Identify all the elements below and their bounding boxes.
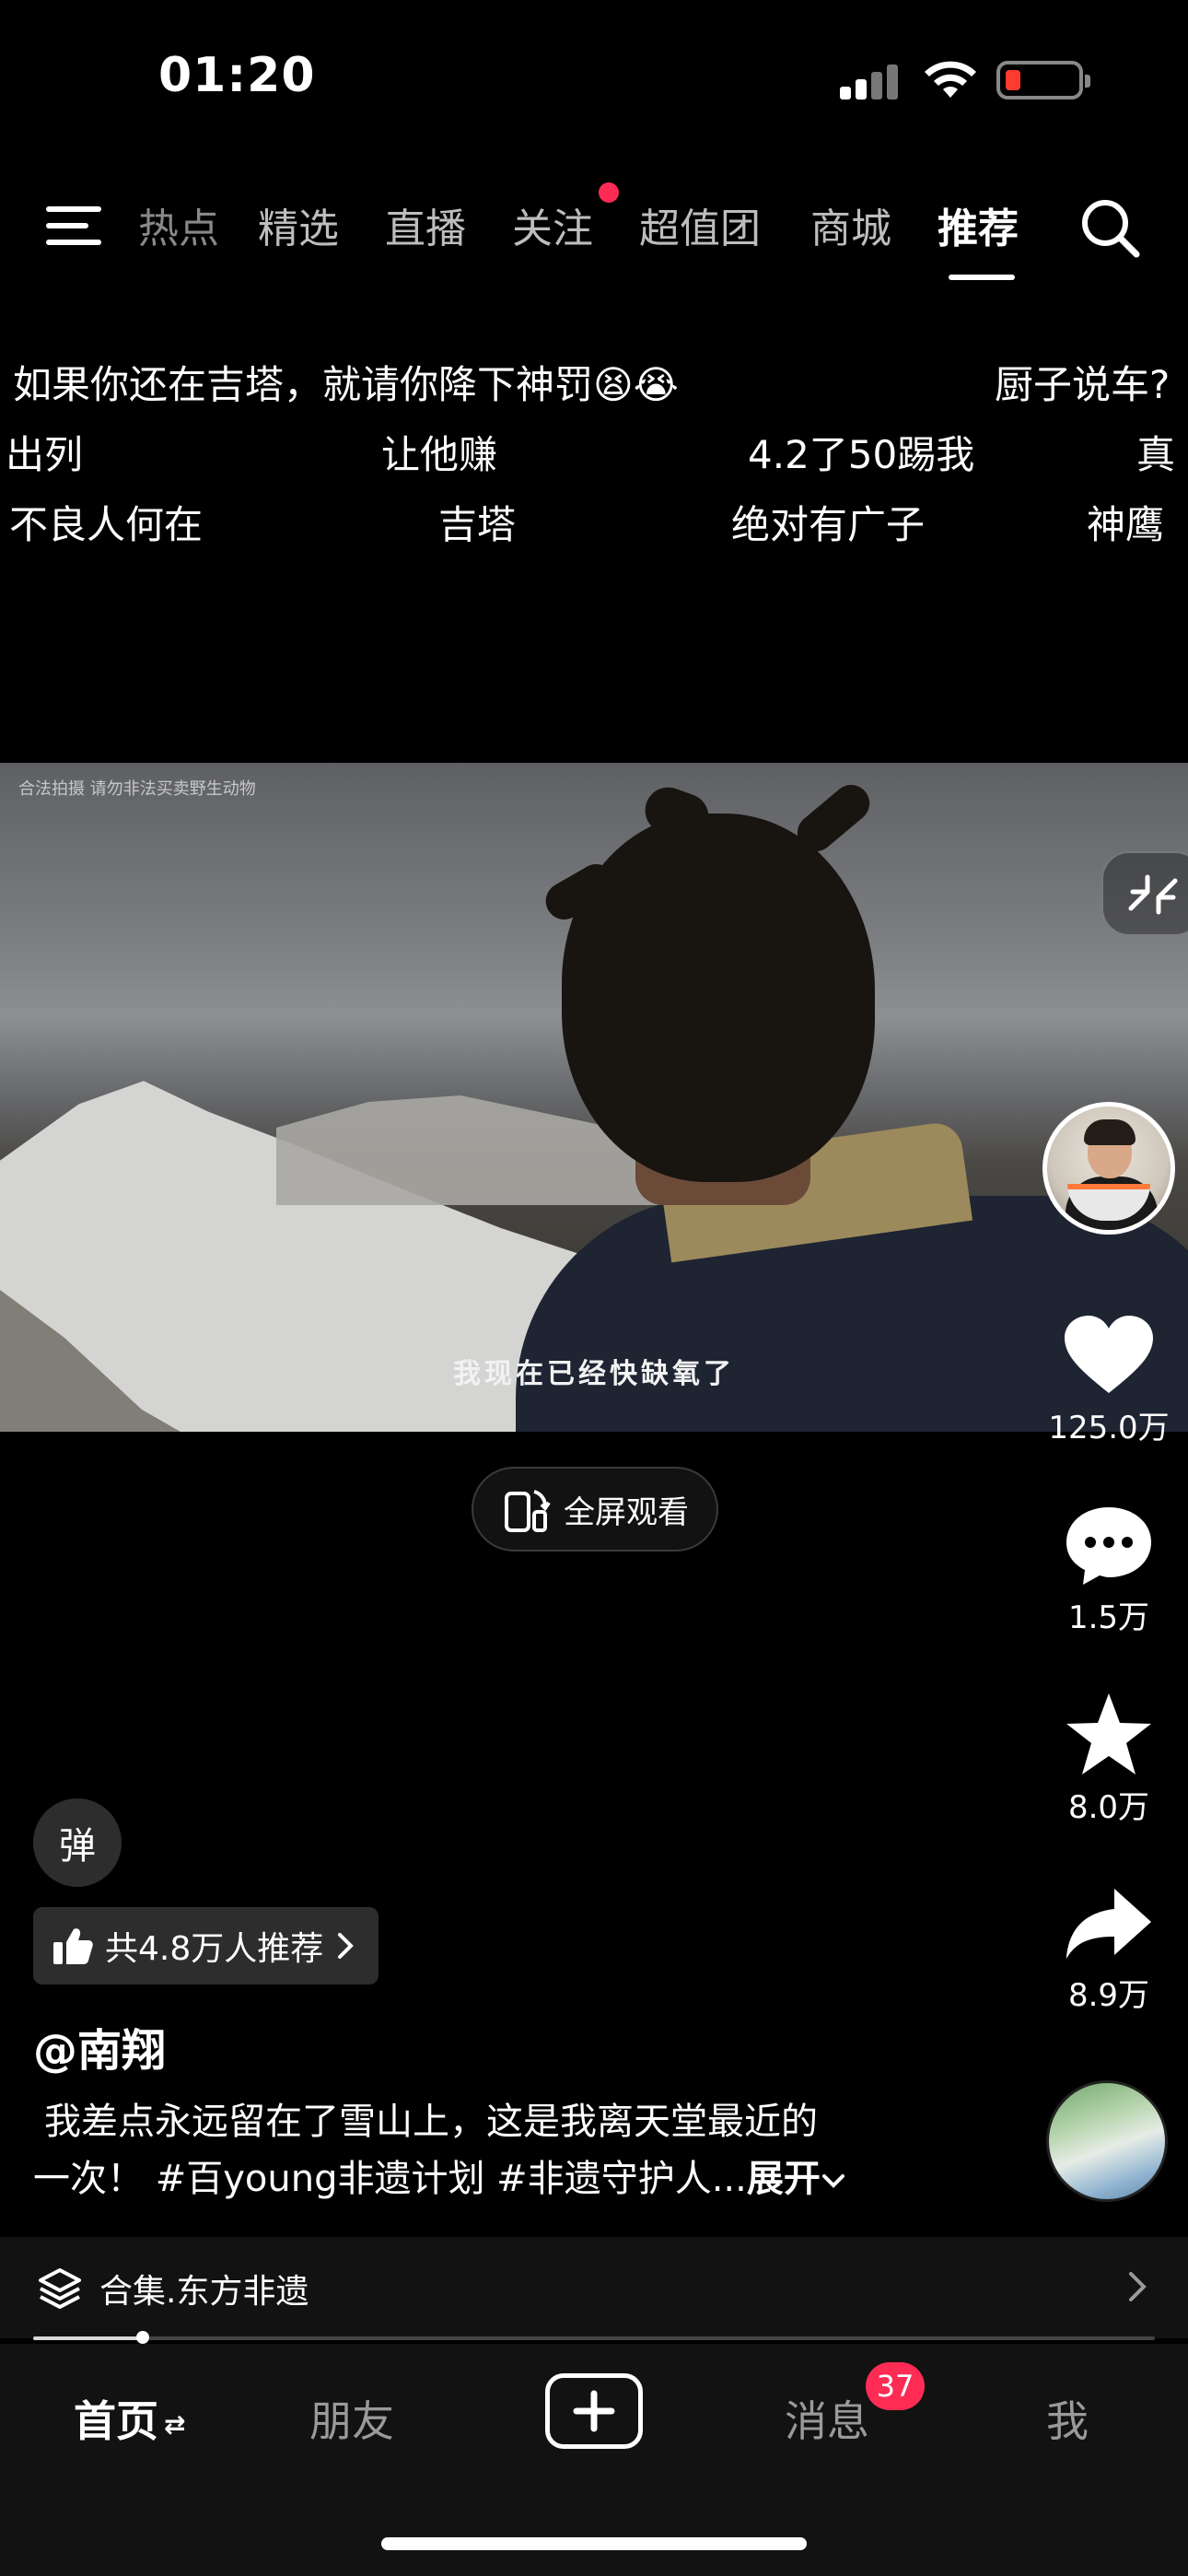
chevron-right-icon: [1129, 2272, 1147, 2301]
danmaku-item: 不良人何在: [9, 502, 204, 547]
danmaku-item: 厨子说车?: [995, 362, 1171, 407]
nav-me[interactable]: 我: [1046, 2388, 1089, 2449]
create-button[interactable]: [545, 2373, 643, 2449]
following-new-dot: [599, 182, 619, 203]
collection-label: 合集.东方非遗: [99, 2273, 309, 2311]
video-player[interactable]: 合法拍摄 请勿非法买卖野生动物 我现在已经快缺氧了: [0, 763, 1188, 1432]
video-description[interactable]: 我差点永远留在了雪山上，这是我离天堂最近的 一次！ #百young非遗计划 #非…: [33, 2093, 954, 2207]
cellular-signal-icon: [840, 63, 904, 100]
danmaku-item: 神鹰: [1087, 502, 1165, 547]
tab-live[interactable]: 直播: [385, 195, 466, 254]
description-line-1: 我差点永远留在了雪山上，这是我离天堂最近的: [44, 2101, 818, 2143]
music-disc[interactable]: [1046, 2080, 1168, 2202]
battery-icon: [996, 61, 1090, 100]
expand-link[interactable]: 展开: [747, 2158, 821, 2200]
plus-icon: [573, 2390, 615, 2432]
thumbs-up-icon: [53, 1928, 93, 1964]
video-subtitle: 我现在已经快缺氧了: [453, 1358, 735, 1390]
video-progress-bar[interactable]: [33, 2331, 1155, 2344]
description-hashtags: 一次！ #百young非遗计划 #非遗守护人...: [33, 2158, 747, 2200]
collapse-button[interactable]: [1101, 851, 1188, 936]
tab-following[interactable]: 关注: [512, 195, 593, 254]
hair: [789, 777, 878, 860]
status-bar: 01:20: [0, 0, 1188, 147]
danmaku-item: 让他赚: [381, 432, 498, 477]
collection-bar[interactable]: 合集.东方非遗: [0, 2237, 1188, 2338]
danmaku-toggle-button[interactable]: 弹: [33, 1798, 122, 1887]
rotate-screen-icon: [505, 1490, 551, 1532]
favorite-button[interactable]: 8.0万: [1041, 1692, 1177, 1827]
star-icon: [1066, 1693, 1151, 1774]
tab-value-group[interactable]: 超值团: [639, 195, 761, 254]
progress-knob[interactable]: [136, 2331, 150, 2344]
like-count: 125.0万: [1048, 1410, 1170, 1446]
share-count: 8.9万: [1067, 1977, 1150, 2014]
tab-recommend[interactable]: 推荐: [938, 195, 1019, 254]
collapse-icon: [1128, 874, 1178, 915]
danmaku-item: 绝对有广子: [731, 502, 926, 547]
danmaku-item: 如果你还在吉塔，就请你降下神罚😫😭: [13, 362, 679, 407]
fullscreen-label: 全屏观看: [564, 1493, 689, 1531]
comment-button[interactable]: 1.5万: [1041, 1504, 1177, 1637]
author-name[interactable]: @南翔: [33, 2014, 166, 2078]
heart-icon: [1065, 1316, 1153, 1393]
share-button[interactable]: 8.9万: [1041, 1885, 1177, 2015]
chevron-down-icon: [821, 2174, 844, 2188]
nav-messages[interactable]: 消息: [785, 2388, 869, 2449]
menu-icon[interactable]: [46, 203, 105, 249]
danmaku-item: 4.2了50踢我: [748, 432, 975, 477]
danmaku-item: 出列: [6, 432, 84, 477]
video-watermark: 合法拍摄 请勿非法买卖野生动物: [18, 779, 256, 799]
progress-fill: [33, 2336, 144, 2340]
comment-icon: [1066, 1507, 1151, 1585]
recommend-label: 共4.8万人推荐: [105, 1930, 324, 1968]
chevron-right-icon: [338, 1933, 355, 1959]
danmaku-item: 吉塔: [438, 502, 517, 547]
home-indicator: [381, 2537, 807, 2550]
tab-hot[interactable]: 热点: [138, 195, 219, 254]
avatar-hair: [1084, 1119, 1136, 1145]
nav-home-label: 首页: [74, 2396, 158, 2446]
author-avatar[interactable]: [1042, 1102, 1175, 1235]
danmaku-item: 真: [1136, 432, 1176, 477]
share-arrow-icon: [1066, 1889, 1151, 1959]
like-button[interactable]: 125.0万: [1041, 1314, 1177, 1447]
search-icon[interactable]: [1079, 197, 1140, 258]
comment-count: 1.5万: [1067, 1599, 1150, 1636]
favorite-count: 8.0万: [1067, 1789, 1150, 1826]
layers-icon: [39, 2268, 81, 2309]
tab-selected[interactable]: 精选: [258, 195, 339, 254]
tab-mall[interactable]: 商城: [810, 195, 891, 254]
wifi-icon: [925, 61, 976, 98]
swap-icon: ⇄: [164, 2409, 186, 2440]
recommend-pill[interactable]: 共4.8万人推荐: [33, 1907, 379, 1985]
nav-friends[interactable]: 朋友: [309, 2388, 394, 2449]
messages-badge: 37: [866, 2362, 925, 2410]
top-nav: 热点 精选 直播 关注 超值团 商城 推荐: [0, 175, 1188, 286]
nav-home[interactable]: 首页 ⇄: [74, 2388, 185, 2449]
status-time: 01:20: [158, 48, 316, 103]
fullscreen-button[interactable]: 全屏观看: [472, 1467, 718, 1551]
active-tab-underline: [949, 275, 1015, 280]
description-line-2: 一次！ #百young非遗计划 #非遗守护人...展开: [33, 2150, 954, 2207]
